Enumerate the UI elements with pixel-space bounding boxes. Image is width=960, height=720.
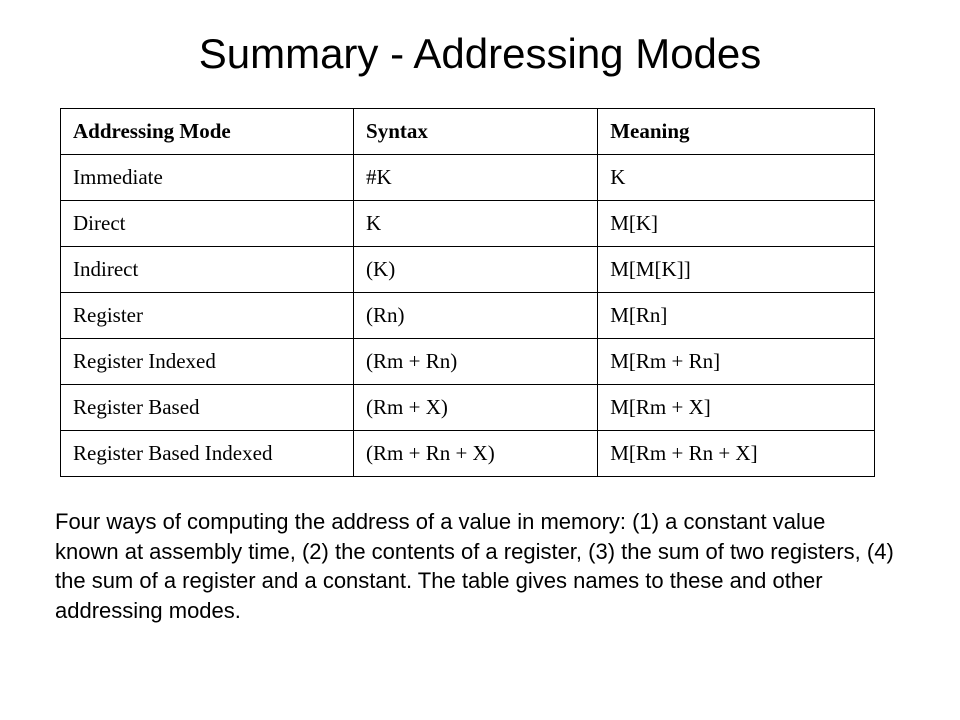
table-row: Register Based Indexed (Rm + Rn + X) M[R…	[61, 431, 875, 477]
cell-meaning: M[Rm + Rn]	[598, 339, 875, 385]
table-row: Register Indexed (Rm + Rn) M[Rm + Rn]	[61, 339, 875, 385]
cell-syntax: (Rn)	[354, 293, 598, 339]
header-addressing-mode: Addressing Mode	[61, 109, 354, 155]
addressing-modes-table: Addressing Mode Syntax Meaning Immediate…	[60, 108, 875, 477]
table-row: Immediate #K K	[61, 155, 875, 201]
table-row: Indirect (K) M[M[K]]	[61, 247, 875, 293]
table-row: Register Based (Rm + X) M[Rm + X]	[61, 385, 875, 431]
cell-mode: Register Based	[61, 385, 354, 431]
table-header-row: Addressing Mode Syntax Meaning	[61, 109, 875, 155]
cell-meaning: M[Rm + X]	[598, 385, 875, 431]
cell-syntax: (K)	[354, 247, 598, 293]
header-meaning: Meaning	[598, 109, 875, 155]
cell-syntax: (Rm + Rn)	[354, 339, 598, 385]
cell-meaning: M[K]	[598, 201, 875, 247]
header-syntax: Syntax	[354, 109, 598, 155]
cell-meaning: M[Rm + Rn + X]	[598, 431, 875, 477]
table-row: Direct K M[K]	[61, 201, 875, 247]
footer-description: Four ways of computing the address of a …	[45, 507, 915, 626]
cell-mode: Register	[61, 293, 354, 339]
cell-mode: Direct	[61, 201, 354, 247]
cell-mode: Indirect	[61, 247, 354, 293]
table-row: Register (Rn) M[Rn]	[61, 293, 875, 339]
cell-meaning: M[M[K]]	[598, 247, 875, 293]
cell-mode: Register Indexed	[61, 339, 354, 385]
cell-meaning: K	[598, 155, 875, 201]
cell-syntax: (Rm + Rn + X)	[354, 431, 598, 477]
cell-mode: Register Based Indexed	[61, 431, 354, 477]
cell-syntax: (Rm + X)	[354, 385, 598, 431]
cell-syntax: K	[354, 201, 598, 247]
cell-mode: Immediate	[61, 155, 354, 201]
slide-title: Summary - Addressing Modes	[45, 30, 915, 78]
cell-meaning: M[Rn]	[598, 293, 875, 339]
addressing-modes-table-container: Addressing Mode Syntax Meaning Immediate…	[60, 108, 875, 477]
cell-syntax: #K	[354, 155, 598, 201]
